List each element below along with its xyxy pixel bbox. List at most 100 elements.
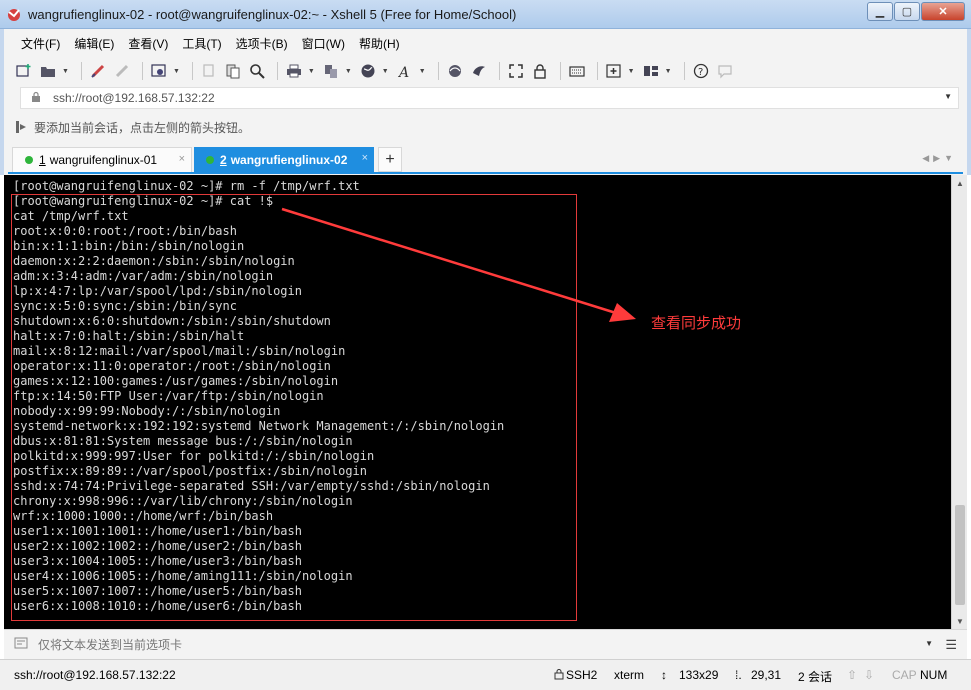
find-icon[interactable]: [247, 61, 267, 81]
svg-text:A: A: [397, 65, 409, 79]
status-cursor-icon: ⁞.: [735, 668, 742, 682]
session-next-icon[interactable]: ⇩: [864, 668, 874, 682]
chat-icon[interactable]: [715, 61, 735, 81]
session-hint-bar: 要添加当前会话，点击左侧的箭头按钮。: [14, 117, 959, 137]
tab-number: 2: [220, 152, 227, 167]
compose-dropdown-icon[interactable]: ▼: [925, 639, 933, 648]
connected-status-icon: [206, 155, 214, 164]
toolbar-separator: [80, 62, 82, 80]
tab-label: wangrufienglinux-02: [230, 152, 348, 167]
tab-scroll-arrows-icon[interactable]: ◀▶▼: [922, 153, 957, 164]
menu-window[interactable]: 窗口(W): [295, 35, 352, 52]
session-prev-icon[interactable]: ⇧: [847, 668, 857, 682]
print-dropdown-icon[interactable]: ▼: [308, 68, 315, 75]
app-chrome: 文件(F) 编辑(E) 查看(V) 工具(T) 选项卡(B) 窗口(W) 帮助(…: [0, 29, 971, 175]
properties-dropdown-icon[interactable]: ▼: [173, 68, 180, 75]
toolbar-separator: [683, 62, 685, 80]
paste-icon[interactable]: [223, 61, 243, 81]
tab-close-icon[interactable]: ×: [362, 152, 368, 164]
compose-icon: [14, 637, 30, 652]
status-size: 133x29: [679, 668, 719, 682]
properties-icon[interactable]: [149, 61, 169, 81]
status-cursor: 29,31: [751, 668, 782, 682]
toolbar-separator: [498, 62, 500, 80]
connected-status-icon: [25, 156, 33, 164]
toolbar-separator: [437, 62, 439, 80]
tab-close-icon[interactable]: ×: [179, 153, 185, 165]
open-dropdown-icon[interactable]: ▼: [62, 68, 69, 75]
status-protocol: SSH2: [566, 668, 598, 682]
compose-input[interactable]: 仅将文本发送到当前选项卡: [38, 636, 182, 653]
xshell-logo-icon: [8, 9, 20, 21]
window-title: wangrufienglinux-02 - root@wangruifengli…: [28, 6, 517, 22]
status-size-icon: ↕: [661, 668, 667, 682]
transfer-dropdown-icon[interactable]: ▼: [345, 68, 352, 75]
lock-icon[interactable]: [530, 61, 550, 81]
compose-bar[interactable]: 仅将文本发送到当前选项卡 ▼ ☰: [4, 629, 967, 659]
address-dropdown-icon[interactable]: ▼: [944, 92, 952, 101]
script-icon[interactable]: [469, 61, 489, 81]
svg-text:?: ?: [698, 67, 703, 78]
copy-icon[interactable]: [199, 61, 219, 81]
disconnect-icon[interactable]: [112, 61, 132, 81]
lock-icon: [31, 91, 45, 106]
help-icon[interactable]: ?: [691, 61, 711, 81]
new-tab-button[interactable]: +: [378, 147, 402, 172]
menu-view[interactable]: 查看(V): [121, 35, 175, 52]
xftp-icon[interactable]: [445, 61, 465, 81]
toolbar-separator: [141, 62, 143, 80]
toolbar-separator: [559, 62, 561, 80]
tab-session-1[interactable]: 1 wangruifenglinux-01 ×: [12, 147, 192, 172]
annotation-arrow-icon: [281, 207, 636, 322]
globe-dropdown-icon[interactable]: ▼: [382, 68, 389, 75]
tab-session-2[interactable]: 2 wangrufienglinux-02 ×: [194, 147, 374, 172]
status-sessions: 2 会话: [798, 670, 833, 684]
font-icon[interactable]: A: [395, 61, 415, 81]
tab-bar: 1 wangruifenglinux-01 × 2 wangrufienglin…: [8, 145, 963, 174]
reconnect-icon[interactable]: [88, 61, 108, 81]
scroll-thumb[interactable]: [955, 505, 965, 605]
menu-tools[interactable]: 工具(T): [175, 35, 228, 52]
transfer-icon[interactable]: [321, 61, 341, 81]
compose-menu-icon[interactable]: ☰: [945, 637, 957, 653]
bookmark-arrow-icon[interactable]: [14, 120, 28, 134]
status-lock-icon: [554, 668, 564, 683]
toolbar-separator: [191, 62, 193, 80]
close-button[interactable]: ✕: [921, 2, 965, 21]
tab-label: wangruifenglinux-01: [49, 153, 158, 167]
new-session-icon[interactable]: [14, 61, 34, 81]
font-dropdown-icon[interactable]: ▼: [419, 68, 426, 75]
tab-number: 1: [39, 153, 46, 167]
toolbar-separator: [276, 62, 278, 80]
layout-dropdown-icon[interactable]: ▼: [665, 68, 672, 75]
title-bar: wangrufienglinux-02 - root@wangruifengli…: [0, 0, 971, 29]
menu-tabs[interactable]: 选项卡(B): [229, 35, 295, 52]
keyboard-icon[interactable]: [567, 61, 587, 81]
status-bar: ssh://root@192.168.57.132:22 SSH2 xterm …: [0, 659, 971, 690]
toolbar-separator: [596, 62, 598, 80]
terminal-scrollbar[interactable]: ▲ ▼: [951, 175, 967, 629]
menu-edit[interactable]: 编辑(E): [67, 35, 121, 52]
scroll-down-icon[interactable]: ▼: [952, 613, 968, 629]
address-field[interactable]: ssh://root@192.168.57.132:22: [53, 91, 215, 105]
menu-help[interactable]: 帮助(H): [352, 35, 407, 52]
layout-icon[interactable]: [641, 61, 661, 81]
globe-icon[interactable]: [358, 61, 378, 81]
new-tab-dropdown-icon[interactable]: ▼: [628, 68, 635, 75]
scroll-up-icon[interactable]: ▲: [952, 175, 968, 191]
print-icon[interactable]: [284, 61, 304, 81]
menu-file[interactable]: 文件(F): [14, 35, 67, 52]
address-bar[interactable]: ssh://root@192.168.57.132:22 ▼: [20, 87, 959, 109]
open-folder-icon[interactable]: [38, 61, 58, 81]
status-caps: CAP: [892, 668, 917, 682]
status-terminal-type: xterm: [614, 668, 644, 682]
status-connection: ssh://root@192.168.57.132:22: [14, 668, 176, 682]
minimize-button[interactable]: ▁: [867, 2, 893, 21]
hint-text: 要添加当前会话，点击左侧的箭头按钮。: [34, 120, 251, 135]
terminal-output[interactable]: [root@wangruifenglinux-02 ~]# rm -f /tmp…: [4, 175, 951, 629]
maximize-button[interactable]: ▢: [894, 2, 920, 21]
new-tab-icon[interactable]: [604, 61, 624, 81]
fullscreen-icon[interactable]: [506, 61, 526, 81]
menu-bar: 文件(F) 编辑(E) 查看(V) 工具(T) 选项卡(B) 窗口(W) 帮助(…: [14, 33, 407, 53]
toolbar: ▼ ▼ ▼ ▼ ▼ A ▼ ▼ ▼ ?: [14, 58, 957, 84]
